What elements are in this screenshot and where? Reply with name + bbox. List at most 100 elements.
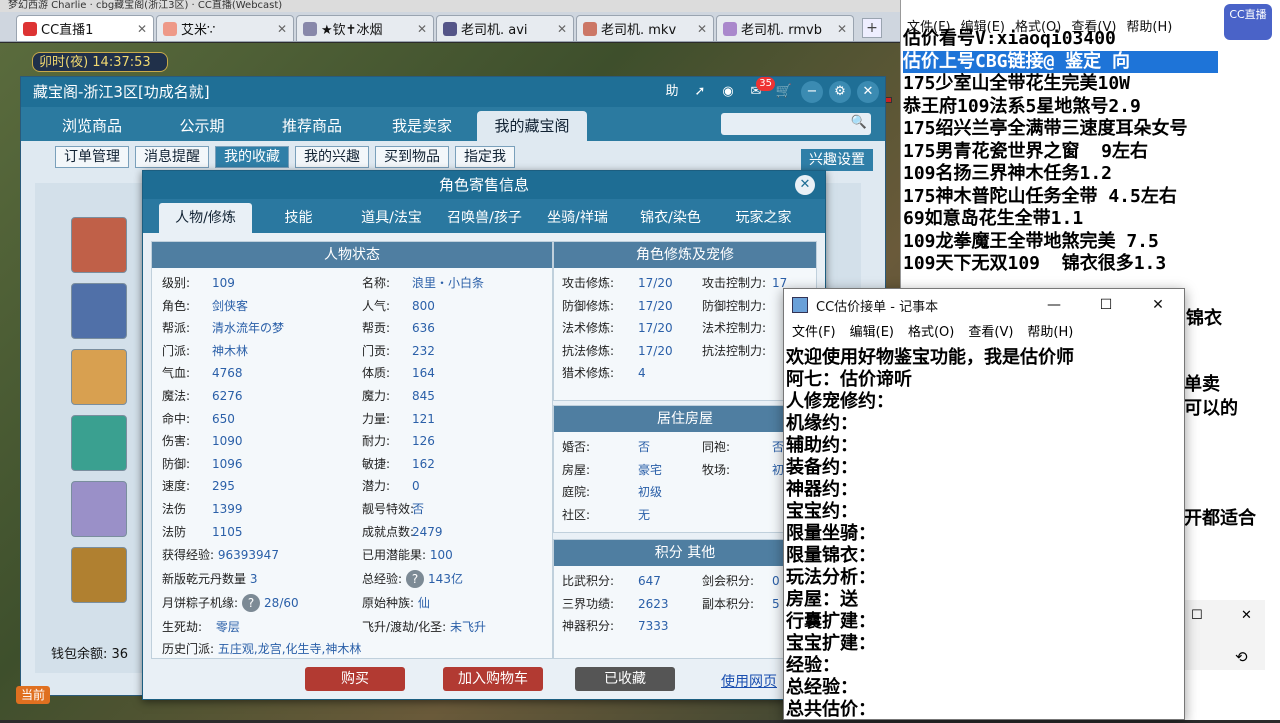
info-label: 神器积分: bbox=[562, 619, 615, 634]
info-label: 防御修炼: bbox=[562, 298, 615, 313]
tab-pets[interactable]: 召唤兽/孩子 bbox=[438, 203, 531, 233]
history-icon[interactable]: ⟲ bbox=[1235, 648, 1248, 666]
menu-file[interactable]: 文件(F) bbox=[907, 16, 951, 35]
nav-browse[interactable]: 浏览商品 bbox=[37, 111, 147, 141]
cart-icon[interactable]: 🛒 bbox=[773, 81, 795, 103]
close-icon[interactable]: ✕ bbox=[1241, 608, 1252, 623]
close-icon[interactable]: ✕ bbox=[557, 22, 567, 36]
item-thumbnail[interactable] bbox=[71, 415, 127, 471]
sub-favorites[interactable]: 我的收藏 bbox=[215, 146, 289, 168]
use-web-link[interactable]: 使用网页 bbox=[721, 671, 777, 691]
menu-edit[interactable]: 编辑(E) bbox=[850, 321, 894, 345]
info-label: 婚否: bbox=[562, 440, 591, 454]
sub-interests[interactable]: 我的兴趣 bbox=[295, 146, 369, 168]
nav-seller[interactable]: 我是卖家 bbox=[367, 111, 477, 141]
stat-value: 650 bbox=[212, 411, 235, 426]
close-icon[interactable]: ✕ bbox=[137, 22, 147, 36]
menu-view[interactable]: 查看(V) bbox=[1071, 16, 1116, 35]
nav-my-cbg[interactable]: 我的藏宝阁 bbox=[477, 111, 587, 141]
notepad-line: 估价上号CBG链接@ 鉴定 向 bbox=[903, 50, 1218, 73]
sub-bought[interactable]: 买到物品 bbox=[375, 146, 449, 168]
notepad-line: 阿七：估价谛听 bbox=[786, 369, 912, 390]
tab-mounts[interactable]: 坐骑/祥瑞 bbox=[531, 203, 624, 233]
status-heading: 人物状态 bbox=[152, 242, 552, 268]
menu-format[interactable]: 格式(O) bbox=[908, 321, 954, 345]
minimize-button[interactable]: — bbox=[1028, 297, 1080, 313]
close-icon[interactable]: ✕ bbox=[697, 22, 707, 36]
browser-tab-5[interactable]: 老司机. mkv ✕ bbox=[576, 15, 714, 41]
stat-value: 232 bbox=[412, 343, 435, 358]
close-icon[interactable]: ✕ bbox=[857, 81, 879, 103]
share-icon[interactable]: ➚ bbox=[689, 81, 711, 103]
used-fruit-label: 已用潜能果: bbox=[362, 548, 427, 562]
browser-tab-3[interactable]: ★钦✝冰烟 ✕ bbox=[296, 15, 434, 41]
menu-edit[interactable]: 编辑(E) bbox=[961, 16, 1005, 35]
close-icon[interactable]: ✕ bbox=[837, 22, 847, 36]
message-icon[interactable]: ✉ 35 bbox=[745, 77, 775, 103]
help-icon[interactable]: ? bbox=[242, 594, 261, 612]
zongzi-label: 月饼粽子机缘: bbox=[162, 596, 239, 610]
cultivation-heading: 角色修炼及宠修 bbox=[554, 242, 816, 268]
stop-icon[interactable]: ◉ bbox=[717, 81, 739, 103]
nav-recommend[interactable]: 推荐商品 bbox=[257, 111, 367, 141]
close-button[interactable]: ✕ bbox=[1132, 297, 1184, 313]
menu-help[interactable]: 帮助(H) bbox=[1027, 321, 1073, 345]
notepad-line: 宝宝约： bbox=[786, 501, 858, 522]
browser-tab-2[interactable]: 艾米∵ ✕ bbox=[156, 15, 294, 41]
item-thumbnail[interactable] bbox=[71, 283, 127, 339]
help-icon[interactable]: ? bbox=[406, 570, 425, 588]
stat-row: 命中: 650 bbox=[162, 408, 235, 430]
stat-value: 162 bbox=[412, 456, 435, 471]
gear-icon[interactable]: ⚙ bbox=[829, 81, 851, 103]
interest-settings-button[interactable]: 兴趣设置 bbox=[801, 149, 873, 171]
stat-value: 636 bbox=[412, 321, 435, 336]
favorited-button[interactable]: 已收藏 bbox=[575, 667, 675, 691]
notepad-bg-text[interactable]: 估价看号V:xiaoqi03400 估价上号CBG链接@ 鉴定 向 175少室山全带… bbox=[901, 28, 1220, 276]
used-fruit-row: 已用潜能果: 100 bbox=[362, 544, 453, 566]
add-to-cart-button[interactable]: 加入购物车 bbox=[443, 667, 543, 691]
buy-button[interactable]: 购买 bbox=[305, 667, 405, 691]
stat-value: 浪里・小白条 bbox=[412, 276, 485, 290]
browser-tab-6[interactable]: 老司机. rmvb ✕ bbox=[716, 15, 854, 41]
stat-label: 人气: bbox=[362, 298, 391, 313]
history-school-row: 历史门派: 五庄观,龙宫,化生寺,神木林 bbox=[162, 638, 361, 660]
notepad-text-area[interactable]: 欢迎使用好物鉴宝功能，我是估价师 阿七：估价谛听 人修宠修约： 机缘约： 辅助约： 装备约… bbox=[784, 345, 1184, 723]
restore-icon[interactable]: ☐ bbox=[1191, 608, 1203, 623]
sub-messages[interactable]: 消息提醒 bbox=[135, 146, 209, 168]
notepad-line: 109龙拳魔王全带地煞完美 7.5 bbox=[903, 230, 1159, 252]
help-button[interactable]: 助 bbox=[661, 81, 683, 103]
stat-value: 否 bbox=[412, 502, 425, 516]
tab-home[interactable]: 玩家之家 bbox=[717, 203, 810, 233]
menu-file[interactable]: 文件(F) bbox=[792, 321, 836, 345]
item-thumbnail[interactable] bbox=[71, 217, 127, 273]
tab-outfits[interactable]: 锦衣/染色 bbox=[624, 203, 717, 233]
item-thumbnail[interactable] bbox=[71, 547, 127, 603]
info-label: 法术修炼: bbox=[562, 321, 615, 336]
close-icon[interactable]: ✕ bbox=[277, 22, 287, 36]
menu-help[interactable]: 帮助(H) bbox=[1126, 16, 1172, 35]
sub-assigned[interactable]: 指定我 bbox=[455, 146, 515, 168]
new-tab-button[interactable]: + bbox=[862, 18, 882, 38]
stat-label: 气血: bbox=[162, 366, 191, 381]
qianyuan-label: 新版乾元丹数量 bbox=[162, 572, 247, 586]
sub-orders[interactable]: 订单管理 bbox=[55, 146, 129, 168]
maximize-button[interactable]: ☐ bbox=[1080, 297, 1132, 313]
search-input[interactable]: 🔍 bbox=[721, 113, 871, 135]
tab-character[interactable]: 人物/修炼 bbox=[159, 203, 252, 233]
close-icon[interactable]: ✕ bbox=[417, 22, 427, 36]
stat-value: 164 bbox=[412, 366, 435, 381]
notepad-line: 限量锦衣： bbox=[786, 545, 876, 566]
item-thumbnail[interactable] bbox=[71, 349, 127, 405]
search-icon[interactable]: 🔍 bbox=[851, 115, 867, 130]
tab-skills[interactable]: 技能 bbox=[252, 203, 345, 233]
minimize-icon[interactable]: − bbox=[801, 81, 823, 103]
browser-tab-cc-live[interactable]: CC直播1 ✕ bbox=[16, 15, 154, 41]
menu-format[interactable]: 格式(O) bbox=[1015, 16, 1061, 35]
nav-public[interactable]: 公示期 bbox=[147, 111, 257, 141]
browser-tab-bar: CC直播1 ✕ 艾米∵ ✕ ★钦✝冰烟 ✕ 老司机. avi ✕ 老司机. mkv ✕ 老… bbox=[0, 12, 900, 42]
tab-items[interactable]: 道具/法宝 bbox=[345, 203, 438, 233]
item-thumbnail[interactable] bbox=[71, 481, 127, 537]
close-icon[interactable]: ✕ bbox=[795, 175, 815, 195]
menu-view[interactable]: 查看(V) bbox=[968, 321, 1013, 345]
browser-tab-4[interactable]: 老司机. avi ✕ bbox=[436, 15, 574, 41]
